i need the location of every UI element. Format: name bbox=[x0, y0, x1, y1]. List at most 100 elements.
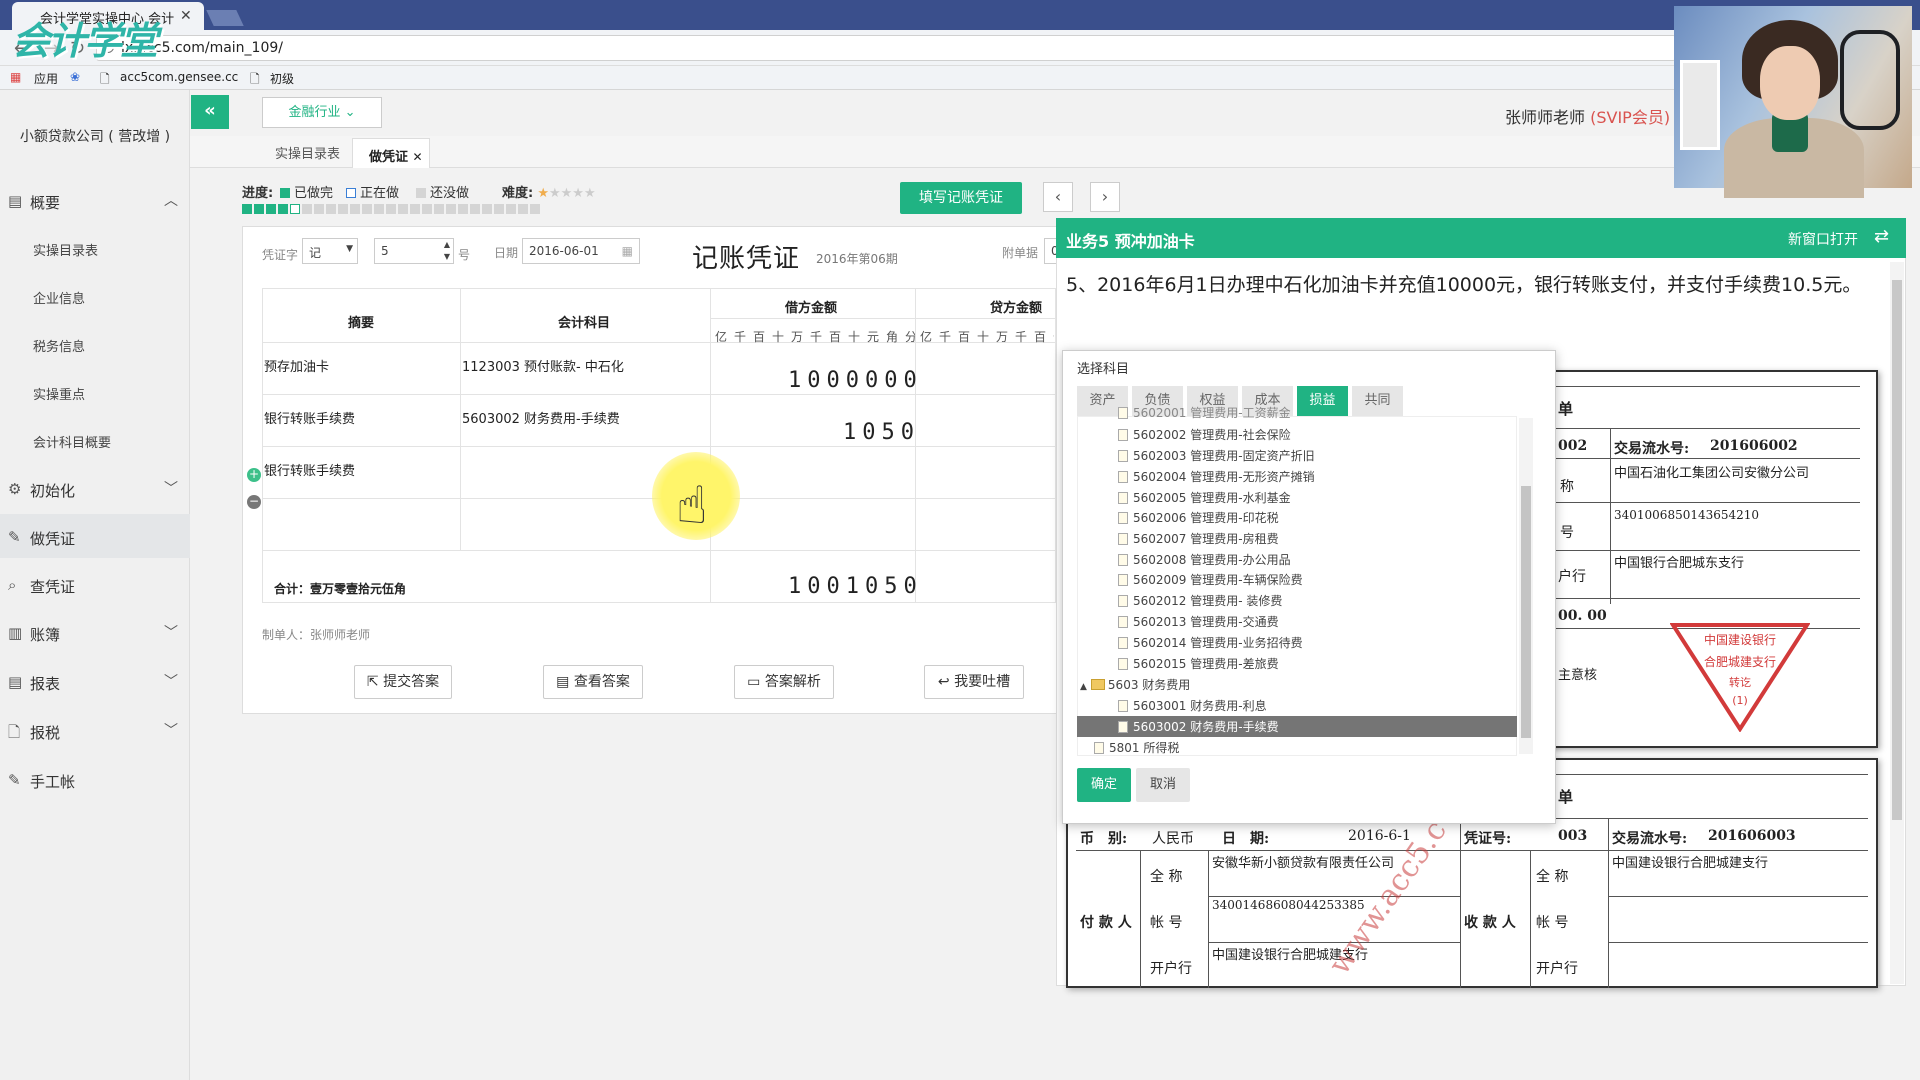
date-input[interactable]: 2016-06-01 ▦ bbox=[522, 238, 640, 264]
row-account[interactable]: 1123003 预付账款- 中石化 bbox=[462, 356, 624, 375]
task-scrollbar-thumb[interactable] bbox=[1892, 280, 1902, 820]
apps-grid-icon[interactable]: ▦ bbox=[10, 70, 21, 84]
sidebar-item-init[interactable]: ⚙ 初始化 ﹀ bbox=[0, 466, 190, 510]
tree-node[interactable]: 5602002 管理费用-社会保险 bbox=[1118, 425, 1291, 445]
progress-cell[interactable] bbox=[386, 204, 396, 214]
progress-cell[interactable] bbox=[350, 204, 360, 214]
chooser-tab-common[interactable]: 共同 bbox=[1352, 386, 1403, 416]
row-account[interactable]: 5603002 财务费用-手续费 bbox=[462, 408, 620, 427]
progress-cell[interactable] bbox=[482, 204, 492, 214]
tree-node[interactable]: 5602005 管理费用-水利基金 bbox=[1118, 488, 1291, 508]
progress-cell[interactable] bbox=[398, 204, 408, 214]
progress-cell[interactable] bbox=[302, 204, 312, 214]
table-cell[interactable] bbox=[915, 446, 1056, 499]
progress-cell[interactable] bbox=[278, 204, 288, 214]
tree-node[interactable]: 5602015 管理费用-差旅费 bbox=[1118, 654, 1279, 674]
table-cell[interactable] bbox=[710, 446, 916, 499]
tree-node[interactable]: 5603001 财务费用-利息 bbox=[1118, 696, 1267, 716]
chooser-tab-profit-loss[interactable]: 损益 bbox=[1297, 386, 1348, 416]
prev-button[interactable]: ‹ bbox=[1043, 182, 1073, 212]
bookmark-gensee[interactable]: acc5com.gensee.cc bbox=[120, 70, 238, 84]
progress-cell[interactable] bbox=[254, 204, 264, 214]
progress-cell[interactable] bbox=[338, 204, 348, 214]
progress-cell[interactable] bbox=[266, 204, 276, 214]
remove-row-icon[interactable]: − bbox=[247, 495, 261, 509]
row-summary[interactable]: 预存加油卡 bbox=[264, 356, 329, 375]
progress-cell[interactable] bbox=[506, 204, 516, 214]
close-icon[interactable]: ✕ bbox=[180, 8, 192, 24]
tree-node[interactable]: 5801 所得税 bbox=[1094, 738, 1179, 758]
table-cell[interactable] bbox=[262, 498, 461, 551]
row-debit[interactable]: 1050 bbox=[843, 420, 920, 445]
submit-answer-button[interactable]: ⇱ 提交答案 bbox=[354, 665, 452, 699]
feedback-button[interactable]: ↩ 我要吐槽 bbox=[924, 665, 1024, 699]
swap-icon[interactable]: ⇄ bbox=[1874, 226, 1889, 247]
table-cell[interactable] bbox=[915, 342, 1056, 395]
tree-node[interactable]: 5602003 管理费用-固定资产折旧 bbox=[1118, 446, 1315, 466]
tree-node[interactable]: 5602009 管理费用-车辆保险费 bbox=[1118, 570, 1303, 590]
answer-analysis-button[interactable]: ▭ 答案解析 bbox=[734, 665, 834, 699]
sidebar-item-overview[interactable]: ▤ 概要 ︿ bbox=[0, 178, 190, 222]
progress-cell[interactable] bbox=[314, 204, 324, 214]
progress-cell[interactable] bbox=[446, 204, 456, 214]
caret-down-icon[interactable]: ▲ bbox=[1080, 682, 1087, 692]
confirm-button[interactable]: 确定 bbox=[1077, 768, 1131, 802]
table-cell[interactable] bbox=[915, 498, 1056, 551]
sidebar-item-tax-info[interactable]: 税务信息 bbox=[0, 324, 190, 364]
voucher-number-input[interactable]: 5 ▲ ▼ bbox=[374, 238, 454, 264]
table-cell[interactable] bbox=[710, 498, 916, 551]
url-input[interactable]: lx.acc5.com/main_109/ bbox=[96, 35, 1676, 61]
collapse-sidebar-button[interactable]: « bbox=[191, 95, 229, 129]
progress-cell[interactable] bbox=[326, 204, 336, 214]
tree-node[interactable]: 5602008 管理费用-办公用品 bbox=[1118, 550, 1291, 570]
tab-catalog[interactable]: 实操目录表 bbox=[275, 143, 340, 162]
progress-cell[interactable] bbox=[530, 204, 540, 214]
stepper-icon[interactable]: ▲ ▼ bbox=[444, 239, 450, 263]
industry-dropdown[interactable]: 金融行业 ⌄ bbox=[262, 97, 382, 128]
sidebar-item-report[interactable]: ▤ 报表 ﹀ bbox=[0, 659, 190, 703]
progress-cell[interactable] bbox=[434, 204, 444, 214]
tree-node[interactable]: 5602012 管理费用- 装修费 bbox=[1118, 591, 1282, 611]
sidebar-item-key-points[interactable]: 实操重点 bbox=[0, 372, 190, 412]
next-button[interactable]: › bbox=[1090, 182, 1120, 212]
tree-node[interactable]: 5602004 管理费用-无形资产摊销 bbox=[1118, 467, 1315, 487]
open-new-window-link[interactable]: 新窗口打开 bbox=[1788, 229, 1858, 249]
tree-node[interactable]: 5602014 管理费用-业务招待费 bbox=[1118, 633, 1303, 653]
progress-cell[interactable] bbox=[518, 204, 528, 214]
tree-scrollbar-thumb[interactable] bbox=[1521, 486, 1531, 738]
sidebar-item-ledger[interactable]: ▥ 账簿 ﹀ bbox=[0, 610, 190, 654]
progress-cell[interactable] bbox=[470, 204, 480, 214]
close-icon[interactable]: ✕ bbox=[413, 150, 423, 164]
progress-cell[interactable] bbox=[362, 204, 372, 214]
bookmark-chuji[interactable]: 初级 bbox=[270, 70, 294, 87]
sidebar-item-tax-filing[interactable]: 🗋 报税 ﹀ bbox=[0, 708, 190, 752]
tree-node[interactable]: 5602006 管理费用-印花税 bbox=[1118, 508, 1279, 528]
progress-cell[interactable] bbox=[290, 204, 300, 214]
tree-node[interactable]: 5602007 管理费用-房租费 bbox=[1118, 529, 1279, 549]
voucher-word-select[interactable]: 记 ▼ bbox=[302, 238, 358, 264]
fill-voucher-button[interactable]: 填写记账凭证 bbox=[900, 182, 1022, 214]
sidebar-item-accounts-overview[interactable]: 会计科目概要 bbox=[0, 420, 190, 460]
progress-cell[interactable] bbox=[494, 204, 504, 214]
progress-cell[interactable] bbox=[242, 204, 252, 214]
sidebar-item-catalog[interactable]: 实操目录表 bbox=[0, 228, 190, 268]
row-summary[interactable]: 银行转账手续费 bbox=[264, 460, 355, 479]
tree-folder[interactable]: ▲ 5603 财务费用 bbox=[1080, 675, 1190, 695]
sidebar-item-manual-account[interactable]: ✎ 手工帐 bbox=[0, 757, 190, 801]
row-summary[interactable]: 银行转账手续费 bbox=[264, 408, 355, 427]
calendar-icon[interactable]: ▦ bbox=[622, 244, 633, 258]
progress-cell[interactable] bbox=[374, 204, 384, 214]
cancel-button[interactable]: 取消 bbox=[1136, 768, 1190, 802]
bookmark-apps[interactable]: 应用 bbox=[34, 70, 58, 87]
sidebar-item-company-info[interactable]: 企业信息 bbox=[0, 276, 190, 316]
row-debit[interactable]: 1000000 bbox=[788, 368, 923, 393]
progress-cell[interactable] bbox=[410, 204, 420, 214]
progress-cell[interactable] bbox=[422, 204, 432, 214]
table-cell[interactable] bbox=[915, 394, 1056, 447]
tab-make-voucher[interactable]: 做凭证 ✕ bbox=[352, 138, 430, 168]
tree-node[interactable]: 5602013 管理费用-交通费 bbox=[1118, 612, 1279, 632]
view-answer-button[interactable]: ▤ 查看答案 bbox=[543, 665, 643, 699]
tree-node[interactable]: 5602001 管理费用-工资薪金 bbox=[1118, 406, 1291, 420]
sidebar-item-query-voucher[interactable]: ⌕ 查凭证 bbox=[0, 562, 190, 606]
tree-node-selected[interactable]: 5603002 财务费用-手续费 bbox=[1118, 717, 1279, 737]
